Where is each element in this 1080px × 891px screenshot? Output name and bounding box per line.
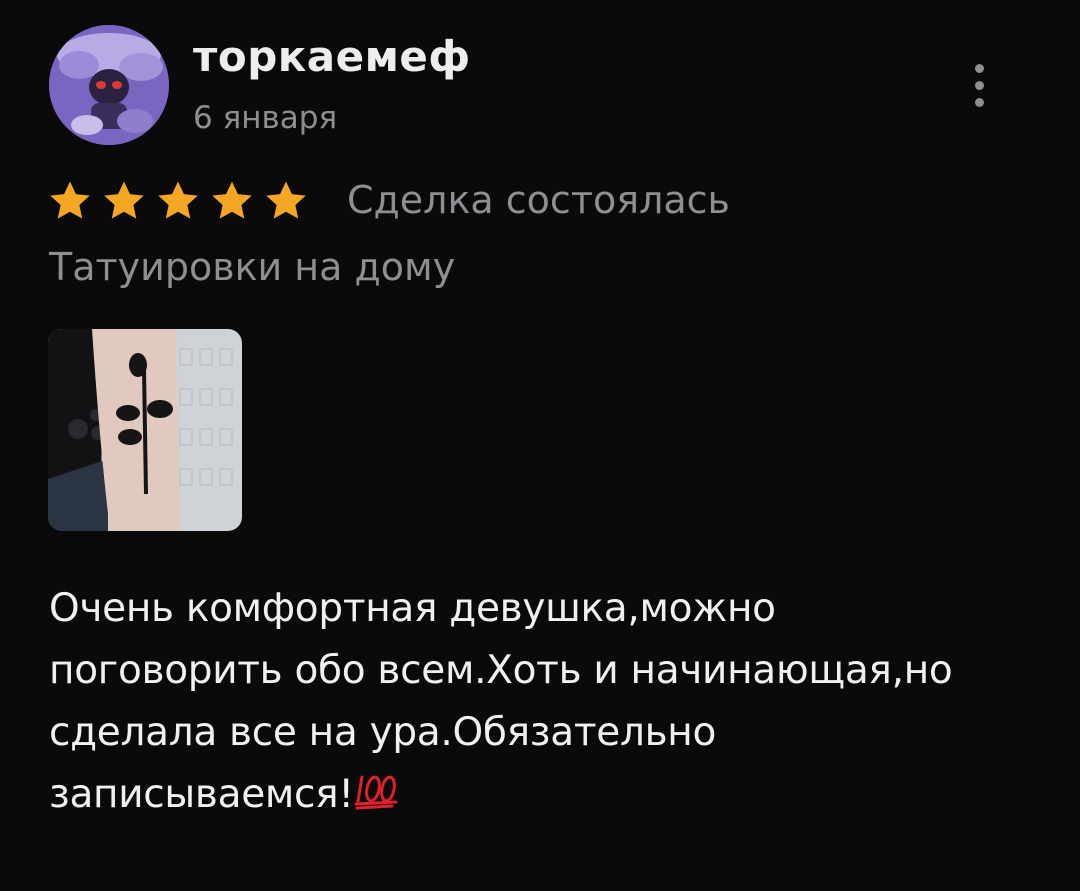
star-icon — [50, 181, 90, 219]
star-icon — [104, 181, 144, 219]
review-text-line: сделала все на ура.Обязательно — [49, 710, 717, 755]
review-text-line: Очень комфортная девушка,можно — [49, 586, 776, 631]
hundred-points-icon — [354, 775, 398, 810]
more-vertical-icon — [975, 64, 984, 73]
review-text-line: записываемся! — [49, 772, 354, 817]
user-name[interactable]: торкаемеф — [193, 32, 471, 81]
review-text-line: поговорить обо всем.Хоть и начинающая,но — [49, 648, 953, 693]
deal-status: Сделка состоялась — [347, 178, 730, 222]
review-date: 6 января — [193, 100, 338, 136]
review-photo-thumbnail[interactable] — [48, 329, 242, 531]
review-card: торкаемеф 6 января Сделка состоялась Тат… — [0, 0, 1080, 891]
rating-stars — [47, 177, 317, 225]
star-icon — [212, 181, 252, 219]
star-icon — [266, 181, 306, 219]
more-vertical-icon — [975, 98, 984, 107]
more-vertical-icon — [975, 81, 984, 90]
avatar-image — [49, 25, 169, 145]
review-text: Очень комфортная девушка,можно поговорит… — [49, 578, 1039, 826]
user-avatar[interactable] — [49, 25, 169, 145]
more-options-button[interactable] — [955, 58, 1003, 114]
service-name: Татуировки на дому — [49, 245, 456, 289]
tattoo-photo — [48, 329, 242, 531]
star-icon — [158, 181, 198, 219]
